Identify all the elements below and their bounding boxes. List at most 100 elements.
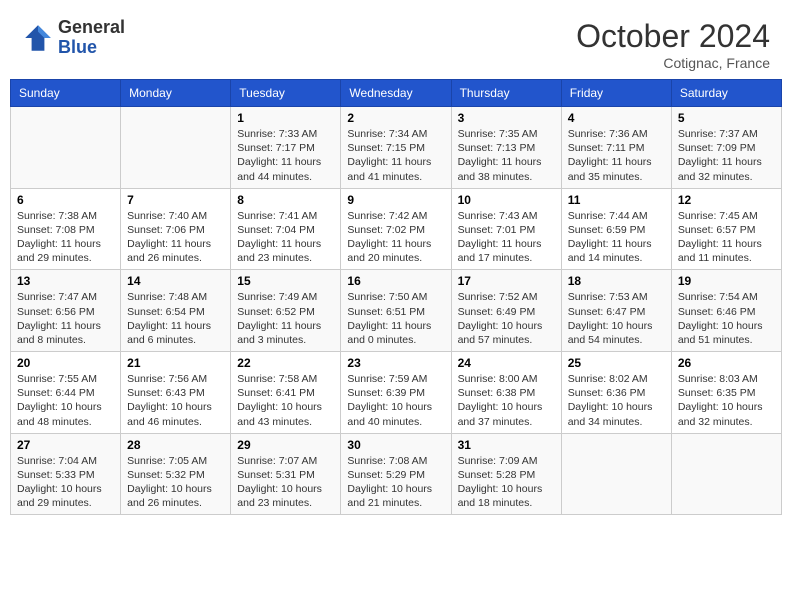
day-info: Sunrise: 7:43 AMSunset: 7:01 PMDaylight:… <box>458 209 555 266</box>
weekday-header-friday: Friday <box>561 80 671 107</box>
calendar-cell: 14Sunrise: 7:48 AMSunset: 6:54 PMDayligh… <box>121 270 231 352</box>
month-title: October 2024 <box>576 18 770 55</box>
day-info: Sunrise: 7:09 AMSunset: 5:28 PMDaylight:… <box>458 454 555 511</box>
calendar-week-row: 6 Sunrise: 7:38 AMSunset: 7:08 PMDaylight… <box>11 188 782 270</box>
calendar-cell: 22Sunrise: 7:58 AMSunset: 6:41 PMDayligh… <box>231 352 341 434</box>
calendar-week-row: 13 Sunrise: 7:47 AMSunset: 6:56 PMDayligh… <box>11 270 782 352</box>
day-info: Sunrise: 7:53 AMSunset: 6:47 PMDaylight:… <box>568 290 665 347</box>
calendar-cell: 15 Sunrise: 7:49 AMSunset: 6:52 PMDayligh… <box>231 270 341 352</box>
day-number: 6 <box>17 193 114 207</box>
day-number: 18 <box>568 274 665 288</box>
calendar-cell: 21Sunrise: 7:56 AMSunset: 6:43 PMDayligh… <box>121 352 231 434</box>
day-number: 1 <box>237 111 334 125</box>
calendar-cell: 9 Sunrise: 7:42 AMSunset: 7:02 PMDaylight… <box>341 188 451 270</box>
day-number: 23 <box>347 356 444 370</box>
location-subtitle: Cotignac, France <box>576 55 770 71</box>
day-number: 30 <box>347 438 444 452</box>
day-info: Sunrise: 8:02 AMSunset: 6:36 PMDaylight:… <box>568 372 665 429</box>
day-info: Sunrise: 7:37 AMSunset: 7:09 PMDaylight:… <box>678 127 775 184</box>
calendar-cell: 17 Sunrise: 7:52 AMSunset: 6:49 PMDayligh… <box>451 270 561 352</box>
day-number: 8 <box>237 193 334 207</box>
calendar-cell: 19 Sunrise: 7:54 AMSunset: 6:46 PMDayligh… <box>671 270 781 352</box>
day-info: Sunrise: 7:54 AMSunset: 6:46 PMDaylight:… <box>678 290 775 347</box>
logo-blue-text: Blue <box>58 38 125 58</box>
calendar-cell <box>561 433 671 515</box>
day-number: 22 <box>237 356 334 370</box>
day-info: Sunrise: 7:34 AMSunset: 7:15 PMDaylight:… <box>347 127 444 184</box>
day-info: Sunrise: 7:42 AMSunset: 7:02 PMDaylight:… <box>347 209 444 266</box>
calendar-cell: 4 Sunrise: 7:36 AMSunset: 7:11 PMDaylight… <box>561 107 671 189</box>
calendar-cell: 1 Sunrise: 7:33 AMSunset: 7:17 PMDaylight… <box>231 107 341 189</box>
day-info: Sunrise: 8:00 AMSunset: 6:38 PMDaylight:… <box>458 372 555 429</box>
day-info: Sunrise: 7:50 AMSunset: 6:51 PMDaylight:… <box>347 290 444 347</box>
calendar-week-row: 27Sunrise: 7:04 AMSunset: 5:33 PMDayligh… <box>11 433 782 515</box>
calendar-cell <box>11 107 121 189</box>
calendar-header: SundayMondayTuesdayWednesdayThursdayFrid… <box>11 80 782 107</box>
day-number: 11 <box>568 193 665 207</box>
day-number: 3 <box>458 111 555 125</box>
calendar-cell: 13 Sunrise: 7:47 AMSunset: 6:56 PMDayligh… <box>11 270 121 352</box>
calendar-cell: 27Sunrise: 7:04 AMSunset: 5:33 PMDayligh… <box>11 433 121 515</box>
day-number: 5 <box>678 111 775 125</box>
day-info: Sunrise: 7:33 AMSunset: 7:17 PMDaylight:… <box>237 127 334 184</box>
day-number: 15 <box>237 274 334 288</box>
calendar-body: 1 Sunrise: 7:33 AMSunset: 7:17 PMDaylight… <box>11 107 782 515</box>
day-number: 24 <box>458 356 555 370</box>
day-number: 19 <box>678 274 775 288</box>
calendar-cell: 12 Sunrise: 7:45 AMSunset: 6:57 PMDayligh… <box>671 188 781 270</box>
day-info: Sunrise: 7:07 AMSunset: 5:31 PMDaylight:… <box>237 454 334 511</box>
day-info: Sunrise: 7:47 AMSunset: 6:56 PMDaylight:… <box>17 290 114 347</box>
calendar-cell <box>121 107 231 189</box>
calendar-cell: 10Sunrise: 7:43 AMSunset: 7:01 PMDayligh… <box>451 188 561 270</box>
day-info: Sunrise: 8:03 AMSunset: 6:35 PMDaylight:… <box>678 372 775 429</box>
calendar-cell: 16 Sunrise: 7:50 AMSunset: 6:51 PMDayligh… <box>341 270 451 352</box>
day-info: Sunrise: 7:55 AMSunset: 6:44 PMDaylight:… <box>17 372 114 429</box>
weekday-header-sunday: Sunday <box>11 80 121 107</box>
day-number: 25 <box>568 356 665 370</box>
page-header: General Blue October 2024 Cotignac, Fran… <box>10 10 782 75</box>
logo: General Blue <box>22 18 125 58</box>
calendar-cell: 11 Sunrise: 7:44 AMSunset: 6:59 PMDayligh… <box>561 188 671 270</box>
day-info: Sunrise: 7:45 AMSunset: 6:57 PMDaylight:… <box>678 209 775 266</box>
calendar-week-row: 1 Sunrise: 7:33 AMSunset: 7:17 PMDaylight… <box>11 107 782 189</box>
day-number: 7 <box>127 193 224 207</box>
logo-text: General Blue <box>58 18 125 58</box>
calendar-cell: 6 Sunrise: 7:38 AMSunset: 7:08 PMDaylight… <box>11 188 121 270</box>
title-block: October 2024 Cotignac, France <box>576 18 770 71</box>
calendar-cell: 5 Sunrise: 7:37 AMSunset: 7:09 PMDaylight… <box>671 107 781 189</box>
day-number: 16 <box>347 274 444 288</box>
day-info: Sunrise: 7:49 AMSunset: 6:52 PMDaylight:… <box>237 290 334 347</box>
day-number: 13 <box>17 274 114 288</box>
weekday-header-tuesday: Tuesday <box>231 80 341 107</box>
weekday-header-monday: Monday <box>121 80 231 107</box>
calendar-cell: 26 Sunrise: 8:03 AMSunset: 6:35 PMDayligh… <box>671 352 781 434</box>
calendar-cell: 20 Sunrise: 7:55 AMSunset: 6:44 PMDayligh… <box>11 352 121 434</box>
day-number: 4 <box>568 111 665 125</box>
day-info: Sunrise: 7:44 AMSunset: 6:59 PMDaylight:… <box>568 209 665 266</box>
calendar-cell: 2Sunrise: 7:34 AMSunset: 7:15 PMDaylight… <box>341 107 451 189</box>
calendar-cell: 24 Sunrise: 8:00 AMSunset: 6:38 PMDayligh… <box>451 352 561 434</box>
day-number: 21 <box>127 356 224 370</box>
day-info: Sunrise: 7:05 AMSunset: 5:32 PMDaylight:… <box>127 454 224 511</box>
day-number: 9 <box>347 193 444 207</box>
calendar-cell: 7 Sunrise: 7:40 AMSunset: 7:06 PMDaylight… <box>121 188 231 270</box>
weekday-header-thursday: Thursday <box>451 80 561 107</box>
day-number: 26 <box>678 356 775 370</box>
day-info: Sunrise: 7:35 AMSunset: 7:13 PMDaylight:… <box>458 127 555 184</box>
day-number: 29 <box>237 438 334 452</box>
calendar-cell: 3 Sunrise: 7:35 AMSunset: 7:13 PMDaylight… <box>451 107 561 189</box>
day-number: 31 <box>458 438 555 452</box>
day-number: 20 <box>17 356 114 370</box>
calendar-cell: 29 Sunrise: 7:07 AMSunset: 5:31 PMDayligh… <box>231 433 341 515</box>
day-number: 28 <box>127 438 224 452</box>
day-info: Sunrise: 7:40 AMSunset: 7:06 PMDaylight:… <box>127 209 224 266</box>
day-number: 12 <box>678 193 775 207</box>
weekday-header-saturday: Saturday <box>671 80 781 107</box>
day-info: Sunrise: 7:48 AMSunset: 6:54 PMDaylight:… <box>127 290 224 347</box>
day-number: 17 <box>458 274 555 288</box>
day-info: Sunrise: 7:36 AMSunset: 7:11 PMDaylight:… <box>568 127 665 184</box>
day-info: Sunrise: 7:38 AMSunset: 7:08 PMDaylight:… <box>17 209 114 266</box>
calendar-cell <box>671 433 781 515</box>
day-info: Sunrise: 7:08 AMSunset: 5:29 PMDaylight:… <box>347 454 444 511</box>
day-info: Sunrise: 7:52 AMSunset: 6:49 PMDaylight:… <box>458 290 555 347</box>
